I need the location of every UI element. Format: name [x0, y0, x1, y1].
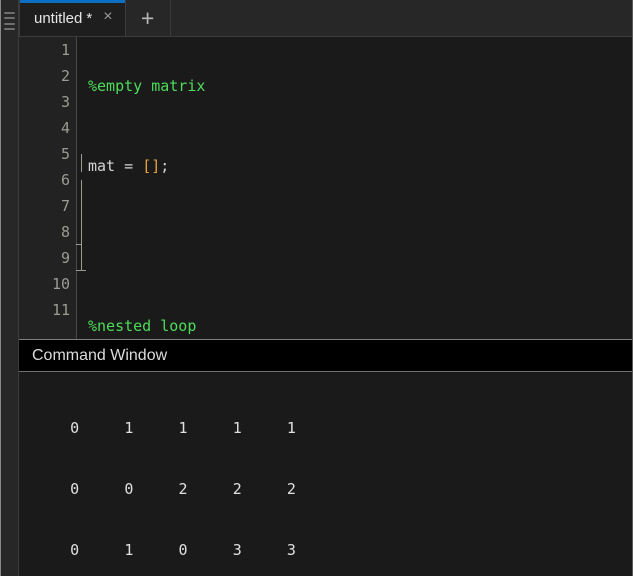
tab-untitled[interactable]: untitled * ×	[19, 0, 126, 36]
grip-handle-icon[interactable]	[4, 10, 15, 32]
command-window-header: Command Window	[19, 340, 632, 372]
matlab-editor-window: untitled * × + 1 2 3 4 5 6 7 8 9 10 11	[0, 0, 633, 576]
line-number: 2	[19, 63, 76, 89]
line-number: 5	[19, 141, 76, 167]
line-number: 6	[19, 167, 76, 193]
code-line-2: mat = [];	[88, 153, 632, 179]
code-text-area[interactable]: %empty matrix mat = []; %nested loop for…	[77, 37, 632, 339]
bracket-open-token: [	[142, 157, 151, 175]
output-row: 0 1 1 1 1	[19, 416, 632, 441]
tab-dirty-indicator: *	[86, 10, 92, 27]
line-number: 11	[19, 297, 76, 323]
line-number: 10	[19, 271, 76, 297]
line-number: 3	[19, 89, 76, 115]
line-number: 9	[19, 245, 76, 271]
line-number: 4	[19, 115, 76, 141]
code-line-1: %empty matrix	[88, 73, 632, 99]
bracket-close-token: ]	[151, 157, 160, 175]
tab-bar-empty-area	[171, 0, 632, 36]
semicolon-token: ;	[160, 157, 169, 175]
comment-token: %empty matrix	[88, 77, 205, 95]
identifier-token: mat	[88, 157, 115, 175]
output-row: 0 1 0 3 3	[19, 538, 632, 563]
operator-token: =	[115, 157, 142, 175]
code-line-3	[88, 233, 632, 259]
code-line-4: %nested loop	[88, 313, 632, 339]
line-number-gutter: 1 2 3 4 5 6 7 8 9 10 11	[19, 37, 77, 339]
code-editor[interactable]: 1 2 3 4 5 6 7 8 9 10 11 %empty matrix ma…	[19, 37, 632, 340]
line-number: 7	[19, 193, 76, 219]
comment-token: %nested loop	[88, 317, 196, 335]
command-window-output[interactable]: 0 1 1 1 1 0 0 2 2 2 0 1 0 3 3 0 0 1 0 4 …	[19, 372, 632, 576]
command-window-title: Command Window	[32, 348, 167, 364]
tab-label: untitled	[34, 11, 82, 26]
new-tab-button[interactable]: +	[126, 0, 171, 36]
editor-tab-bar: untitled * × +	[19, 0, 632, 37]
line-number: 8	[19, 219, 76, 245]
line-number: 1	[19, 37, 76, 63]
close-icon[interactable]: ×	[101, 9, 114, 27]
left-rail	[1, 0, 19, 576]
output-row: 0 0 2 2 2	[19, 477, 632, 502]
